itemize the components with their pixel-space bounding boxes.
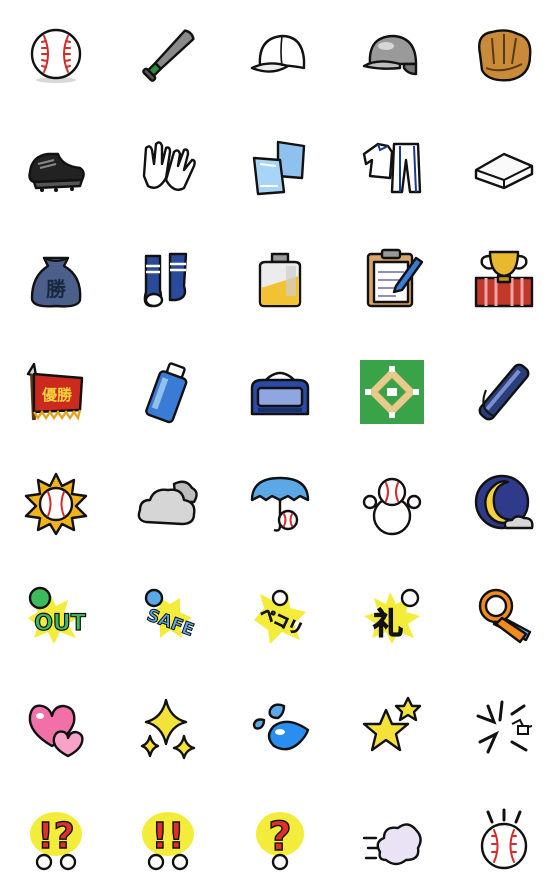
base-icon (474, 152, 534, 190)
bow-text-icon: ペコリ (254, 589, 306, 644)
socks-sticker[interactable] (112, 224, 224, 336)
trophy-icon (474, 250, 534, 308)
cloud-icon (137, 480, 198, 526)
moon-sticker[interactable] (448, 448, 560, 560)
baseball-icon (30, 28, 82, 83)
snowman-icon (362, 477, 422, 536)
ok-sign-icon (478, 588, 532, 644)
svg-text:?: ? (268, 814, 291, 860)
svg-text:礼: 礼 (373, 607, 403, 642)
svg-text:!!: !! (152, 816, 185, 857)
out-sticker[interactable]: OUT (0, 560, 112, 672)
double-exclaim-sticker[interactable]: !! (112, 784, 224, 896)
rain-umbrella-icon (250, 476, 310, 532)
exclaim-question-icon: !? (30, 812, 82, 871)
sparkles-icon (140, 698, 196, 760)
flask-icon (258, 252, 302, 308)
question-sticker[interactable]: ? (224, 784, 336, 896)
stars-icon (362, 696, 422, 752)
baseball-diamond-sticker[interactable] (336, 336, 448, 448)
baseball-sticker[interactable] (0, 0, 112, 112)
win-bag-sticker[interactable]: 勝 (0, 224, 112, 336)
uniform-sticker[interactable] (336, 112, 448, 224)
svg-text:勝: 勝 (46, 277, 67, 301)
safe-sticker[interactable]: SAFE (112, 560, 224, 672)
spray-can-sticker[interactable] (112, 336, 224, 448)
thanks-sticker[interactable]: 礼 (336, 560, 448, 672)
moon-icon (474, 474, 534, 530)
championship-flag-icon: 優勝 (26, 362, 84, 421)
sparkles-sticker[interactable] (112, 672, 224, 784)
svg-text:優勝: 優勝 (41, 386, 73, 404)
batting-gloves-sticker[interactable] (112, 112, 224, 224)
svg-text:!?: !? (37, 816, 74, 857)
bat-sticker[interactable] (112, 0, 224, 112)
batting-helmet-sticker[interactable] (336, 0, 448, 112)
white-cap-icon (250, 34, 306, 73)
double-exclaim-icon: !! (142, 812, 194, 871)
cleats-icon (28, 152, 85, 192)
rain-umbrella-sticker[interactable] (224, 448, 336, 560)
towels-sticker[interactable] (224, 112, 336, 224)
glove-sticker[interactable] (448, 0, 560, 112)
hearts-icon (28, 704, 84, 758)
bat-case-sticker[interactable] (448, 336, 560, 448)
sticker-grid: 勝 優勝 OUT SAFE ペコリ 礼 !? !! ? (0, 0, 560, 896)
svg-text:OUT: OUT (34, 611, 86, 636)
clipboard-sticker[interactable] (336, 224, 448, 336)
flask-sticker[interactable] (224, 224, 336, 336)
bat-case-icon (478, 363, 530, 421)
championship-flag-sticker[interactable]: 優勝 (0, 336, 112, 448)
ok-sign-sticker[interactable] (448, 560, 560, 672)
base-sticker[interactable] (448, 112, 560, 224)
surprise-ball-sticker[interactable] (448, 784, 560, 896)
safe-text-icon: SAFE (144, 588, 197, 641)
anger-icon (476, 700, 533, 754)
trophy-sticker[interactable] (448, 224, 560, 336)
glove-icon (478, 29, 532, 82)
stars-sticker[interactable] (336, 672, 448, 784)
uniform-icon (362, 142, 422, 194)
exclaim-question-sticker[interactable]: !? (0, 784, 112, 896)
hearts-sticker[interactable] (0, 672, 112, 784)
towels-icon (252, 140, 306, 196)
bow-sticker[interactable]: ペコリ (224, 560, 336, 672)
batting-gloves-icon (142, 141, 196, 191)
out-text-icon: OUT (28, 586, 86, 644)
snowman-sticker[interactable] (336, 448, 448, 560)
question-icon: ? (256, 812, 304, 871)
white-cap-sticker[interactable] (224, 0, 336, 112)
sun-ball-sticker[interactable] (0, 448, 112, 560)
sweat-drops-icon (252, 703, 310, 751)
win-bag-icon: 勝 (30, 256, 82, 308)
sun-ball-icon (24, 472, 88, 536)
sports-bag-icon (250, 371, 310, 416)
socks-icon (143, 252, 188, 308)
spray-can-icon (145, 362, 188, 424)
cloud-sticker[interactable] (112, 448, 224, 560)
sports-bag-sticker[interactable] (224, 336, 336, 448)
dash-puff-icon (362, 823, 422, 866)
batting-helmet-icon (362, 34, 418, 76)
bat-icon (142, 29, 195, 82)
clipboard-icon (366, 248, 424, 308)
dash-puff-sticker[interactable] (336, 784, 448, 896)
sweat-drops-sticker[interactable] (224, 672, 336, 784)
baseball-diamond-icon (360, 360, 424, 424)
anger-sticker[interactable] (448, 672, 560, 784)
cleats-sticker[interactable] (0, 112, 112, 224)
thanks-text-icon: 礼 (364, 588, 420, 644)
surprise-ball-icon (480, 808, 528, 870)
